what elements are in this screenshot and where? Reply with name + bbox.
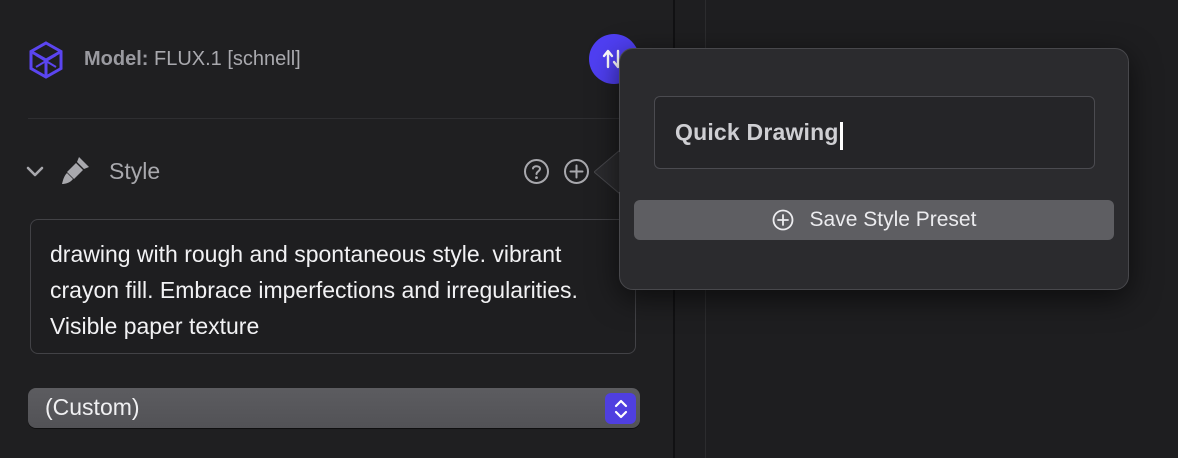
- add-preset-icon[interactable]: [563, 158, 590, 185]
- text-caret: [839, 121, 843, 150]
- model-label: Model:: [84, 48, 149, 70]
- style-prompt-textarea[interactable]: drawing with rough and spontaneous style…: [30, 219, 636, 354]
- left-panel: Model: FLUX.1 [schnell] Style drawing wi…: [0, 0, 673, 458]
- save-style-preset-button[interactable]: Save Style Preset: [634, 200, 1114, 240]
- preset-name-value: Quick Drawing: [675, 119, 839, 145]
- style-preset-select[interactable]: (Custom): [28, 388, 640, 428]
- style-prompt-text: drawing with rough and spontaneous style…: [50, 241, 578, 339]
- plus-circle-icon: [772, 209, 793, 231]
- preset-name-input[interactable]: Quick Drawing: [654, 96, 1095, 169]
- save-style-preset-label: Save Style Preset: [809, 208, 977, 231]
- help-icon[interactable]: [523, 158, 550, 185]
- model-row: Model: FLUX.1 [schnell]: [28, 34, 648, 84]
- style-title: Style: [109, 158, 161, 184]
- chevron-down-icon[interactable]: [24, 160, 46, 182]
- section-divider: [28, 118, 673, 119]
- save-preset-popover: Quick Drawing Save Style Preset: [619, 48, 1129, 290]
- model-text: Model: FLUX.1 [schnell]: [84, 48, 301, 71]
- stepper-icon: [614, 399, 627, 418]
- model-name[interactable]: FLUX.1 [schnell]: [154, 48, 301, 70]
- popover-arrow-joint: [619, 152, 621, 192]
- model-cube-icon: [29, 41, 63, 79]
- style-preset-value: (Custom): [45, 394, 140, 420]
- preset-stepper[interactable]: [605, 393, 636, 424]
- style-section-header[interactable]: Style: [24, 150, 644, 192]
- brush-icon: [62, 157, 89, 184]
